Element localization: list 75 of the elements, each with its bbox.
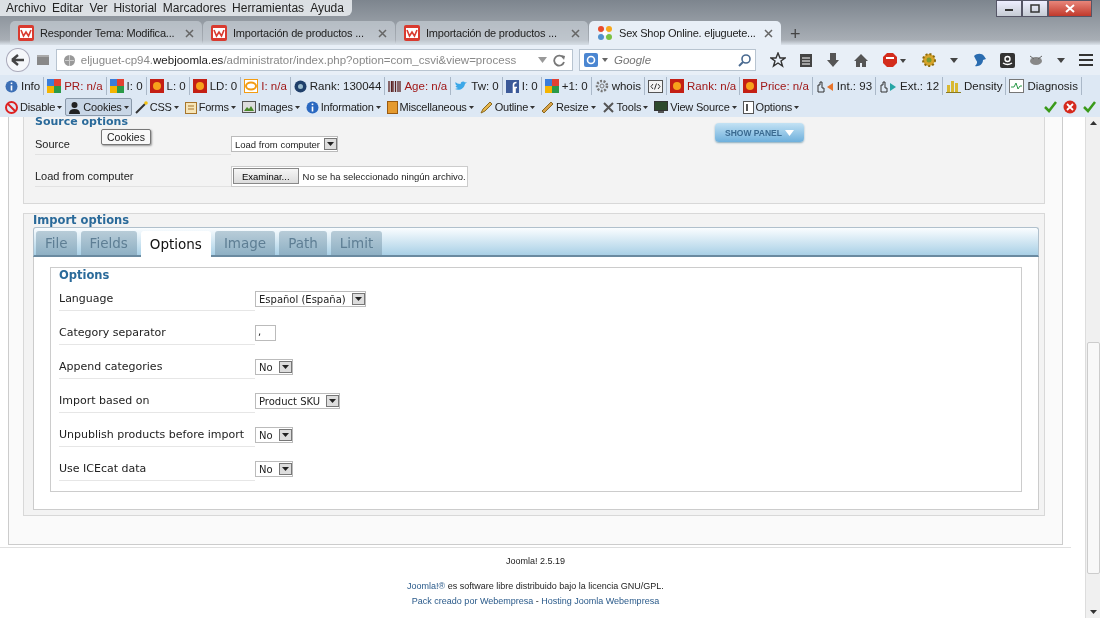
- seo-label[interactable]: Int.: 93: [836, 80, 873, 92]
- input-field[interactable]: ,: [255, 325, 276, 341]
- tab-title: Responder Tema: Modifica...: [40, 27, 176, 39]
- toolbar-menu-button[interactable]: Disable: [2, 98, 66, 116]
- seo-label[interactable]: +1: 0: [561, 80, 588, 92]
- seo-label[interactable]: Tw: 0: [471, 80, 499, 92]
- browse-button[interactable]: Examinar...: [233, 168, 299, 184]
- tab-title: Importación de productos ...: [426, 27, 558, 39]
- toolbar-menu-button[interactable]: Information: [302, 98, 384, 116]
- seo-label[interactable]: L: 0: [166, 80, 186, 92]
- field-label: Import based on: [59, 389, 255, 413]
- version-text: Joomla! 2.5.19: [505, 555, 565, 568]
- joomla-link[interactable]: Joomla!®: [407, 581, 446, 591]
- menu-item[interactable]: Marcadores: [160, 1, 231, 15]
- seo-label[interactable]: Density: [964, 80, 1003, 92]
- separator-text: -: [534, 596, 540, 606]
- section-legend: Import options: [33, 213, 1039, 227]
- seo-label[interactable]: Info: [21, 80, 41, 92]
- menu-item[interactable]: Editar: [50, 1, 88, 15]
- toolbar-menu-button[interactable]: Miscellaneous: [383, 98, 477, 116]
- browser-tab[interactable]: Importación de productos ...: [203, 21, 395, 45]
- url-field[interactable]: eljuguet-cp94.webjoomla.es/administrator/index.php?option=com_csvi&view=process: [55, 49, 573, 71]
- toolbar-menu-button[interactable]: Resize: [538, 98, 599, 116]
- toolbar-menu-button[interactable]: Images: [238, 98, 303, 116]
- menu-item[interactable]: Ayuda: [308, 1, 348, 15]
- toolbar-menu-button[interactable]: View Source: [651, 98, 740, 116]
- seo-label[interactable]: Ext.: 12: [900, 80, 940, 92]
- tooltip: Cookies: [101, 129, 151, 145]
- webempresa-link[interactable]: Pack creado por Webempresa: [411, 596, 534, 606]
- field-label: Unpublish products before import: [59, 423, 255, 447]
- toolbar-menu-button[interactable]: Forms: [181, 98, 239, 116]
- tab-title: Importación de productos ...: [233, 27, 365, 39]
- toolbar-menu-button[interactable]: Outline: [476, 98, 539, 116]
- field-label: Load from computer: [35, 165, 231, 187]
- seo-label[interactable]: I: n/a: [261, 80, 287, 92]
- browser-tab[interactable]: Sex Shop Online. eljuguete...: [589, 21, 781, 45]
- toolbar-menu-button[interactable]: Options: [739, 98, 803, 116]
- seo-label[interactable]: LD: 0: [209, 80, 238, 92]
- browser-tab[interactable]: Importación de productos ...: [396, 21, 588, 45]
- file-status: No se ha seleccionado ningún archivo.: [302, 170, 466, 182]
- toolbar-menu-button[interactable]: Tools: [598, 98, 652, 116]
- section-legend: Source options: [35, 117, 715, 128]
- file-input[interactable]: Examinar... No se ha seleccionado ningún archivo.: [231, 165, 468, 187]
- seo-label[interactable]: Rank: n/a: [687, 80, 737, 92]
- search-box[interactable]: Google: [578, 49, 756, 71]
- seo-label[interactable]: whois: [611, 80, 642, 92]
- new-tab-button[interactable]: +: [782, 24, 809, 45]
- select-field[interactable]: No: [255, 427, 293, 443]
- select-field[interactable]: Español (España): [255, 291, 366, 307]
- seo-label[interactable]: Price: n/a: [760, 80, 809, 92]
- select-field[interactable]: No: [255, 461, 293, 477]
- seo-label[interactable]: PR: n/a: [64, 80, 103, 92]
- license-text: es software libre distribuido bajo la licencia GNU/GPL.: [446, 581, 664, 591]
- field-label: Append categories: [59, 355, 255, 379]
- seo-label[interactable]: Rank: 130044: [309, 80, 382, 92]
- field-label: Language: [59, 287, 255, 311]
- toolbar-menu-button[interactable]: Cookies: [65, 98, 132, 116]
- menu-item[interactable]: Archivo: [4, 1, 50, 15]
- select-field[interactable]: No: [255, 359, 293, 375]
- menu-item[interactable]: Ver: [87, 1, 112, 15]
- seo-label[interactable]: Diagnosis: [1027, 80, 1078, 92]
- menu-item[interactable]: Herramientas: [230, 1, 309, 15]
- browser-tab[interactable]: Responder Tema: Modifica...: [10, 21, 202, 45]
- field-label: Use ICEcat data: [59, 457, 255, 481]
- tab-title: Sex Shop Online. eljuguete...: [619, 27, 757, 39]
- select-field[interactable]: Product SKU: [255, 393, 341, 409]
- hosting-link[interactable]: Hosting Joomla Webempresa: [541, 596, 660, 606]
- tab[interactable]: Options: [140, 231, 211, 257]
- field-label: Category separator: [59, 321, 255, 345]
- seo-label[interactable]: I: 0: [126, 80, 143, 92]
- toolbar-menu-button[interactable]: CSS: [131, 98, 182, 116]
- seo-label[interactable]: I: 0: [521, 80, 538, 92]
- seo-label[interactable]: Age: n/a: [404, 80, 448, 92]
- source-select[interactable]: Load from computer: [231, 136, 338, 152]
- menu-item[interactable]: Historial: [111, 1, 161, 15]
